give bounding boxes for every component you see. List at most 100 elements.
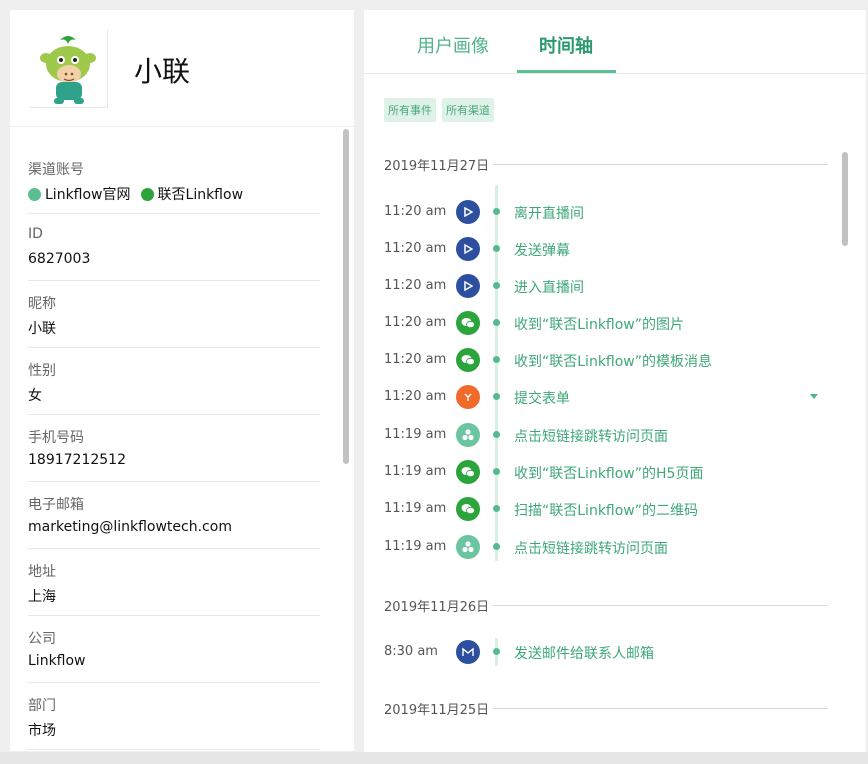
horizontal-scrollbar-track (0, 752, 868, 764)
date-header: 2019年11月25日 (384, 698, 828, 718)
event-time: 11:19 am (384, 501, 447, 516)
live-play-icon (456, 237, 480, 261)
event-time: 11:20 am (384, 389, 447, 404)
field-value: 上海 (28, 589, 56, 605)
field-label: ID (28, 226, 43, 242)
filter-all-events[interactable]: 所有事件 (384, 98, 436, 122)
event-time: 8:30 am (384, 644, 438, 659)
event-time: 11:20 am (384, 315, 447, 330)
event-text: 点击短链接跳转访问页面 (514, 541, 668, 557)
field-label: 公司 (28, 631, 56, 647)
event-time: 11:20 am (384, 352, 447, 367)
date-header: 2019年11月26日 (384, 595, 828, 615)
timeline-event[interactable]: 11:20 am 发送弹幕 (384, 237, 824, 261)
mascot-avatar (30, 30, 108, 108)
timeline-event-expandable[interactable]: 11:20 am 提交表单 (384, 385, 824, 409)
event-time: 11:19 am (384, 464, 447, 479)
event-text: 扫描“联否Linkflow”的二维码 (514, 503, 699, 519)
timeline-dot (493, 648, 500, 655)
event-time: 11:19 am (384, 427, 447, 442)
field-nickname: 昵称 小联 (28, 281, 320, 348)
timeline-panel: 用户画像 时间轴 所有事件 所有渠道 2019年11月27日 11:20 am … (364, 10, 866, 752)
event-text: 点击短链接跳转访问页面 (514, 429, 668, 445)
field-label: 昵称 (28, 296, 56, 312)
field-channel-accounts: 渠道账号 Linkflow官网 联否Linkflow (28, 147, 320, 214)
field-value: 6827003 (28, 251, 91, 267)
field-value: Linkflow (28, 653, 86, 669)
event-time: 11:20 am (384, 204, 447, 219)
event-text: 发送弹幕 (514, 243, 570, 259)
profile-field-list: 渠道账号 Linkflow官网 联否Linkflow ID 6827003 昵称… (28, 147, 320, 750)
wechat-icon (140, 187, 154, 201)
timeline-dot (493, 208, 500, 215)
field-value: marketing@linkflowtech.com (28, 519, 232, 535)
field-label: 地址 (28, 564, 56, 580)
timeline-dot (493, 319, 500, 326)
field-value: 小联 (28, 321, 56, 337)
field-value: 市场 (28, 723, 56, 739)
event-text: 收到“联否Linkflow”的图片 (514, 317, 685, 333)
short-link-icon (456, 423, 480, 447)
timeline-event[interactable]: 11:20 am 收到“联否Linkflow”的模板消息 (384, 348, 824, 372)
timeline-event[interactable]: 11:20 am 离开直播间 (384, 200, 824, 224)
profile-header: 小联 (10, 10, 354, 126)
event-text: 收到“联否Linkflow”的模板消息 (514, 354, 713, 370)
date-divider (493, 163, 828, 165)
timeline-dot (493, 356, 500, 363)
short-link-icon (456, 535, 480, 559)
event-text: 进入直播间 (514, 280, 584, 296)
timeline-event[interactable]: 11:19 am 点击短链接跳转访问页面 (384, 423, 824, 447)
event-time: 11:20 am (384, 241, 447, 256)
event-text: 离开直播间 (514, 206, 584, 222)
channel-list: Linkflow官网 联否Linkflow (28, 184, 320, 204)
field-label: 渠道账号 (28, 162, 84, 178)
field-phone: 手机号码 18917212512 (28, 415, 320, 482)
timeline-dot (493, 282, 500, 289)
filter-group: 所有事件 所有渠道 (384, 98, 500, 122)
timeline-event[interactable]: 11:19 am 点击短链接跳转访问页面 (384, 535, 824, 559)
timeline-dot (493, 543, 500, 550)
timeline-event[interactable]: 11:20 am 收到“联否Linkflow”的图片 (384, 311, 824, 335)
field-address: 地址 上海 (28, 549, 320, 616)
date-label: 2019年11月25日 (384, 702, 490, 718)
event-time: 11:20 am (384, 278, 447, 293)
timeline-event[interactable]: 11:19 am 扫描“联否Linkflow”的二维码 (384, 497, 824, 521)
active-tab-indicator (517, 70, 616, 73)
event-text: 提交表单 (514, 391, 570, 407)
field-email: 电子邮箱 marketing@linkflowtech.com (28, 482, 320, 549)
field-gender: 性别 女 (28, 348, 320, 415)
timeline-dot (493, 505, 500, 512)
wechat-icon (456, 311, 480, 335)
field-label: 手机号码 (28, 430, 84, 446)
field-value: 女 (28, 388, 42, 404)
field-label: 电子邮箱 (28, 497, 84, 513)
chevron-down-icon[interactable] (810, 394, 818, 399)
left-scrollbar[interactable] (343, 129, 349, 464)
event-text: 发送邮件给联系人邮箱 (514, 646, 654, 662)
wechat-icon (456, 497, 480, 521)
timeline-event[interactable]: 8:30 am 发送邮件给联系人邮箱 (384, 640, 824, 664)
field-label: 部门 (28, 698, 56, 714)
channel-name[interactable]: 联否Linkflow (158, 184, 244, 204)
field-department: 部门 市场 (28, 683, 320, 750)
tab-timeline[interactable]: 时间轴 (539, 32, 593, 58)
date-label: 2019年11月26日 (384, 599, 490, 615)
date-divider (493, 604, 828, 606)
filter-all-channels[interactable]: 所有渠道 (442, 98, 494, 122)
live-play-icon (456, 200, 480, 224)
timeline-dot (493, 431, 500, 438)
form-icon (456, 385, 480, 409)
date-header: 2019年11月27日 (384, 154, 828, 174)
field-label: 性别 (28, 363, 56, 379)
timeline-event[interactable]: 11:19 am 收到“联否Linkflow”的H5页面 (384, 460, 824, 484)
timeline-dot (493, 393, 500, 400)
event-text: 收到“联否Linkflow”的H5页面 (514, 466, 704, 482)
profile-details: 渠道账号 Linkflow官网 联否Linkflow ID 6827003 昵称… (10, 127, 354, 751)
event-time: 11:19 am (384, 539, 447, 554)
channel-name[interactable]: Linkflow官网 (45, 184, 131, 204)
wechat-icon (456, 348, 480, 372)
timeline-event[interactable]: 11:20 am 进入直播间 (384, 274, 824, 298)
tab-user-profile[interactable]: 用户画像 (417, 32, 489, 58)
timeline-scrollbar[interactable] (842, 152, 848, 246)
date-label: 2019年11月27日 (384, 158, 490, 174)
